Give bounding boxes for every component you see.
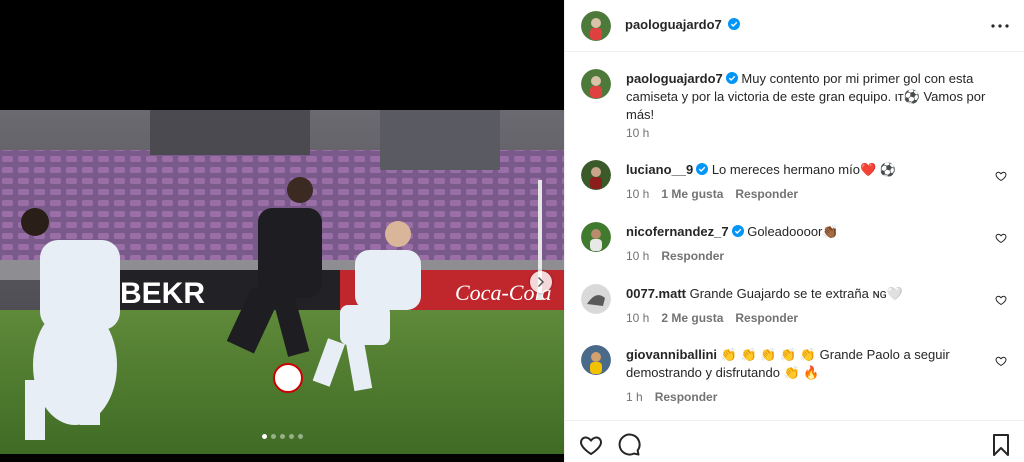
comment-avatar[interactable] bbox=[581, 222, 611, 252]
comment-avatar[interactable] bbox=[581, 284, 611, 314]
svg-text:BEKR: BEKR bbox=[120, 277, 205, 310]
comment-meta: 10 h Responder bbox=[626, 249, 724, 263]
bookmark-icon[interactable] bbox=[989, 433, 1013, 457]
post-photo[interactable]: BEKR Coca-Cola bbox=[0, 110, 564, 454]
caption: paologuajardo7 Muy contento por mi prime… bbox=[581, 69, 1001, 140]
post-side-panel: paologuajardo7 paologuajardo7 Muy conten… bbox=[564, 0, 1024, 462]
caption-username[interactable]: paologuajardo7 bbox=[626, 71, 723, 86]
comment-time[interactable]: 1 h bbox=[626, 390, 643, 404]
post-media: BEKR Coca-Cola bbox=[0, 0, 564, 462]
comment-meta: 10 h 2 Me gusta Responder bbox=[626, 311, 798, 325]
comment-likes[interactable]: 1 Me gusta bbox=[661, 187, 723, 201]
carousel-dot bbox=[288, 434, 294, 439]
comment-username[interactable]: 0077.matt bbox=[626, 286, 686, 301]
heart-icon[interactable] bbox=[995, 355, 1007, 367]
comment-text: Lo mereces hermano mío❤️ ⚽️ bbox=[711, 162, 896, 177]
chevron-right-icon bbox=[538, 277, 545, 287]
comment-body: nicofernandez_7 Goleadoooor👏🏾 bbox=[626, 223, 996, 241]
more-options-icon bbox=[991, 24, 1009, 28]
heart-icon[interactable] bbox=[995, 232, 1007, 244]
caption-avatar[interactable] bbox=[581, 69, 611, 99]
verified-badge-icon bbox=[728, 18, 741, 30]
comment-meta: 10 h 1 Me gusta Responder bbox=[626, 187, 798, 201]
comment-username[interactable]: luciano__9 bbox=[626, 162, 693, 177]
reply-button[interactable]: Responder bbox=[661, 249, 724, 263]
heart-icon[interactable] bbox=[995, 294, 1007, 306]
caption-meta: 10 h bbox=[626, 126, 649, 140]
comment-item: nicofernandez_7 Goleadoooor👏🏾 10 h Respo… bbox=[581, 222, 1007, 267]
carousel-next-button[interactable] bbox=[530, 271, 552, 293]
more-options-button[interactable] bbox=[991, 17, 1009, 35]
comment-meta: 1 h Responder bbox=[626, 390, 717, 404]
reply-button[interactable]: Responder bbox=[655, 390, 718, 404]
reply-button[interactable]: Responder bbox=[735, 311, 798, 325]
comment-avatar[interactable] bbox=[581, 160, 611, 190]
comment-item: 0077.matt Grande Guajardo se te extraña … bbox=[581, 284, 1007, 329]
comment-body: giovanniballini 👏 👏 👏 👏 👏 Grande Paolo a… bbox=[626, 346, 996, 382]
carousel-dot bbox=[270, 434, 276, 439]
comment-item: luciano__9 Lo mereces hermano mío❤️ ⚽️ 1… bbox=[581, 160, 1007, 205]
instagram-post-view: BEKR Coca-Cola paologuajardo7 paologuaja… bbox=[0, 0, 1024, 462]
heart-icon[interactable] bbox=[995, 170, 1007, 182]
carousel-dot bbox=[297, 434, 303, 439]
verified-badge-icon bbox=[731, 225, 744, 237]
carousel-dot-active bbox=[261, 434, 267, 439]
carousel-indicator bbox=[0, 434, 564, 439]
post-header: paologuajardo7 bbox=[565, 0, 1024, 52]
author-username[interactable]: paologuajardo7 bbox=[625, 17, 722, 32]
caption-time[interactable]: 10 h bbox=[626, 126, 649, 140]
verified-badge-icon bbox=[725, 72, 738, 84]
comment-time[interactable]: 10 h bbox=[626, 249, 649, 263]
comment-text: Grande Guajardo se te extraña ɴɢ🤍 bbox=[689, 286, 904, 301]
comment-time[interactable]: 10 h bbox=[626, 311, 649, 325]
verified-badge-icon bbox=[696, 163, 709, 175]
comment-item: giovanniballini 👏 👏 👏 👏 👏 Grande Paolo a… bbox=[581, 345, 1007, 405]
comment-body: luciano__9 Lo mereces hermano mío❤️ ⚽️ bbox=[626, 161, 996, 179]
comment-avatar[interactable] bbox=[581, 345, 611, 375]
comment-likes[interactable]: 2 Me gusta bbox=[661, 311, 723, 325]
caption-body: paologuajardo7 Muy contento por mi prime… bbox=[626, 70, 996, 124]
comment-text: Goleadoooor👏🏾 bbox=[747, 224, 839, 239]
heart-icon[interactable] bbox=[579, 433, 603, 457]
comment-body: 0077.matt Grande Guajardo se te extraña … bbox=[626, 285, 996, 303]
carousel-dot bbox=[279, 434, 285, 439]
comment-icon[interactable] bbox=[617, 433, 641, 457]
comment-username[interactable]: nicofernandez_7 bbox=[626, 224, 729, 239]
post-action-bar bbox=[565, 420, 1024, 462]
author-avatar[interactable] bbox=[581, 11, 611, 41]
reply-button[interactable]: Responder bbox=[735, 187, 798, 201]
comment-username[interactable]: giovanniballini bbox=[626, 347, 717, 362]
comment-time[interactable]: 10 h bbox=[626, 187, 649, 201]
